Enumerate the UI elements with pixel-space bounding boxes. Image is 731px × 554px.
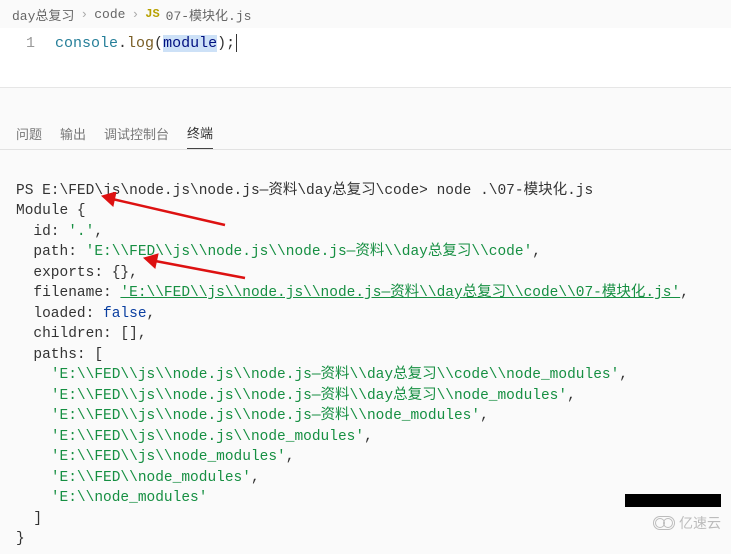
code-editor[interactable]: 1 console.log(module); xyxy=(0,28,731,88)
chevron-right-icon: › xyxy=(80,7,88,22)
terminal-line: paths: [ xyxy=(16,347,103,363)
text-cursor xyxy=(236,34,237,52)
terminal-line: filename: xyxy=(16,285,120,301)
terminal-comma: , xyxy=(286,449,295,465)
token-log: log xyxy=(127,35,154,52)
terminal-string: '.' xyxy=(68,224,94,240)
terminal-string: 'E:\\FED\\js\\node.js\\node.js—资料\\day总复… xyxy=(51,388,567,404)
watermark-text: 亿速云 xyxy=(679,513,721,533)
token-rparen: ); xyxy=(217,35,235,52)
redaction-bar xyxy=(625,494,721,507)
terminal-comma: , xyxy=(480,408,489,424)
terminal-command: node .\07-模块化.js xyxy=(437,183,594,199)
terminal-indent xyxy=(16,388,51,404)
terminal-indent xyxy=(16,470,51,486)
terminal-comma: , xyxy=(680,285,689,301)
terminal-string: 'E:\\FED\\js\\node.js\\node.js—资料\\node_… xyxy=(51,408,480,424)
js-file-icon: JS xyxy=(145,7,159,21)
terminal-string: 'E:\\FED\\node_modules' xyxy=(51,470,251,486)
terminal-comma: , xyxy=(532,244,541,260)
terminal-prompt: PS E:\FED\js\node.js\node.js—资料\day总复习\c… xyxy=(16,183,437,199)
terminal-comma: , xyxy=(364,429,373,445)
terminal-string: 'E:\\FED\\js\\node.js\\node.js—资料\\day总复… xyxy=(86,244,533,260)
terminal-comma: , xyxy=(619,367,628,383)
terminal-comma: , xyxy=(251,470,260,486)
watermark: 亿速云 xyxy=(653,513,721,533)
panel-tabs: 问题 输出 调试控制台 终端 xyxy=(0,116,731,150)
terminal-indent xyxy=(16,367,51,383)
terminal-comma: , xyxy=(94,224,103,240)
terminal-false: false xyxy=(103,306,147,322)
terminal-string: 'E:\\node_modules' xyxy=(51,490,208,506)
tab-problems[interactable]: 问题 xyxy=(16,124,42,149)
terminal-string: 'E:\\FED\\js\\node_modules' xyxy=(51,449,286,465)
terminal-line: loaded: xyxy=(16,306,103,322)
terminal-panel[interactable]: PS E:\FED\js\node.js\node.js—资料\day总复习\c… xyxy=(0,150,731,554)
terminal-line: path: xyxy=(16,244,86,260)
terminal-line: } xyxy=(16,531,25,547)
terminal-indent xyxy=(16,490,51,506)
terminal-indent xyxy=(16,429,51,445)
watermark-icon xyxy=(653,516,675,530)
code-line-1[interactable]: console.log(module); xyxy=(55,32,237,67)
tab-debug-console[interactable]: 调试控制台 xyxy=(104,124,169,149)
breadcrumb-seg-3[interactable]: 07-模块化.js xyxy=(166,5,252,24)
terminal-line: children: [], xyxy=(16,326,147,342)
terminal-string: 'E:\\FED\\js\\node.js\\node_modules' xyxy=(51,429,364,445)
line-number: 1 xyxy=(0,32,55,67)
terminal-string: 'E:\\FED\\js\\node.js\\node.js—资料\\day总复… xyxy=(51,367,619,383)
token-module-highlighted: module xyxy=(163,35,217,52)
token-lparen: ( xyxy=(154,35,163,52)
terminal-line: id: xyxy=(16,224,68,240)
terminal-line: exports: {}, xyxy=(16,265,138,281)
terminal-indent xyxy=(16,408,51,424)
terminal-line: Module { xyxy=(16,203,86,219)
breadcrumb-seg-2[interactable]: code xyxy=(94,7,125,22)
terminal-filename-link[interactable]: 'E:\\FED\\js\\node.js\\node.js—资料\\day总复… xyxy=(120,285,680,301)
tab-output[interactable]: 输出 xyxy=(60,124,86,149)
token-dot: . xyxy=(118,35,127,52)
chevron-right-icon: › xyxy=(131,7,139,22)
terminal-comma: , xyxy=(567,388,576,404)
breadcrumb: day总复习 › code › JS 07-模块化.js xyxy=(0,0,731,28)
token-console: console xyxy=(55,35,118,52)
terminal-comma: , xyxy=(147,306,156,322)
breadcrumb-seg-1[interactable]: day总复习 xyxy=(12,5,74,24)
terminal-indent xyxy=(16,449,51,465)
tab-terminal[interactable]: 终端 xyxy=(187,123,213,149)
terminal-line: ] xyxy=(16,511,42,527)
